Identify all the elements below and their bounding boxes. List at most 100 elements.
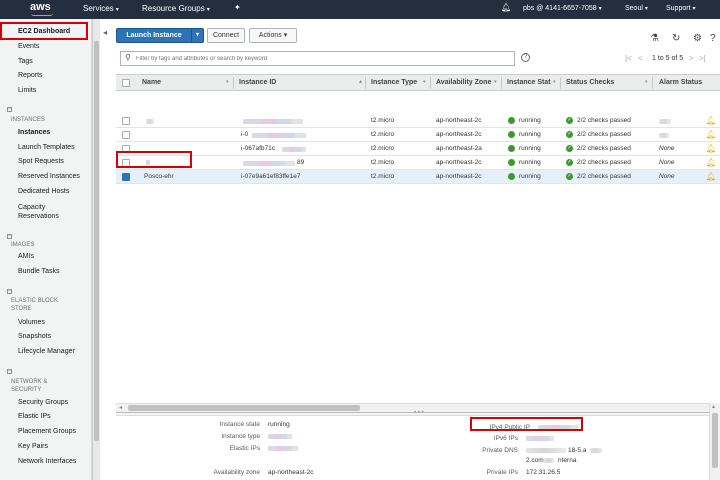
sidebar-item-bundle-tasks[interactable]: Bundle Tasks xyxy=(18,268,60,275)
sidebar-item-lifecycle-manager[interactable]: Lifecycle Manager xyxy=(18,348,75,355)
alarm-bell-icon[interactable]: 🔔︎ xyxy=(706,116,716,125)
flask-icon[interactable]: ⚗ xyxy=(650,33,659,44)
column-divider[interactable] xyxy=(233,77,234,89)
collapse-section-icon[interactable]: − xyxy=(7,369,12,374)
column-header-alarm-status[interactable]: Alarm Status xyxy=(659,79,702,86)
sort-ascending-icon[interactable]: ▲ xyxy=(358,79,363,85)
sidebar-item-placement-groups[interactable]: Placement Groups xyxy=(18,428,76,435)
sidebar-item-network-interfaces[interactable]: Network Interfaces xyxy=(18,458,76,465)
collapse-section-icon[interactable]: − xyxy=(7,289,12,294)
details-vertical-scrollbar[interactable]: ▴ xyxy=(709,403,720,480)
chevron-down-icon: ▾ xyxy=(644,6,648,12)
sidebar-item-limits[interactable]: Limits xyxy=(18,87,36,94)
actions-label: Actions xyxy=(258,32,282,39)
sort-icon[interactable]: ▾ xyxy=(423,79,426,85)
last-page-icon[interactable]: >| xyxy=(699,54,706,63)
column-divider[interactable] xyxy=(430,77,431,89)
sidebar-item-snapshots[interactable]: Snapshots xyxy=(18,333,51,340)
first-page-icon[interactable]: |< xyxy=(625,54,632,63)
sidebar-navigation: EC2 Dashboard Events Tags Reports Limits… xyxy=(0,19,92,480)
main-content: ◂ Launch Instance ▾ Connect Actions ▾ ⚗ … xyxy=(100,19,720,480)
table-row[interactable]: 89 t2.micro ap-northeast-2c running ✓ 2/… xyxy=(116,156,720,170)
column-header-instance-type[interactable]: Instance Type xyxy=(371,79,417,86)
account-menu[interactable]: pbs @ 4141-6657-7058 ▾ xyxy=(523,5,602,12)
sidebar-item-instances[interactable]: Instances xyxy=(18,129,50,136)
sidebar-item-events[interactable]: Events xyxy=(18,43,39,50)
collapse-section-icon[interactable]: − xyxy=(7,234,12,239)
availability-zone: ap-northeast-2c xyxy=(436,159,482,166)
collapse-section-icon[interactable]: − xyxy=(7,107,12,112)
region-menu[interactable]: Seoul ▾ xyxy=(625,5,648,12)
sort-icon[interactable]: ▾ xyxy=(553,79,556,85)
column-header-availability-zone[interactable]: Availability Zone xyxy=(436,79,491,86)
alarm-bell-icon[interactable]: 🔔︎ xyxy=(706,158,716,167)
filter-search-box[interactable]: ⚲ xyxy=(120,51,515,66)
support-menu[interactable]: Support ▾ xyxy=(666,5,696,12)
previous-page-icon[interactable]: < xyxy=(638,54,643,63)
column-header-status-checks[interactable]: Status Checks xyxy=(566,79,614,86)
search-input[interactable] xyxy=(136,53,506,64)
column-header-name[interactable]: Name xyxy=(142,79,161,86)
sidebar-item-security-groups[interactable]: Security Groups xyxy=(18,399,68,406)
chevron-down-icon[interactable]: ▾ xyxy=(191,29,203,42)
sidebar-item-capacity-reservations[interactable]: Capacity Reservations xyxy=(18,203,78,221)
table-row[interactable]: t2.micro ap-northeast-2c running ✓ 2/2 c… xyxy=(116,114,720,128)
sidebar-scrollbar[interactable] xyxy=(92,19,100,480)
services-menu[interactable]: Services ▾ xyxy=(83,4,119,13)
sidebar-item-key-pairs[interactable]: Key Pairs xyxy=(18,443,48,450)
sidebar-item-amis[interactable]: AMIs xyxy=(18,253,34,260)
help-icon[interactable]: ? xyxy=(710,33,716,44)
collapse-sidebar-icon[interactable]: ◂ xyxy=(103,28,107,37)
row-checkbox-checked[interactable] xyxy=(122,173,130,181)
alarm-bell-icon[interactable]: 🔔︎ xyxy=(706,172,716,181)
alarm-bell-icon[interactable]: 🔔︎ xyxy=(706,130,716,139)
column-divider[interactable] xyxy=(501,77,502,89)
sidebar-item-dedicated-hosts[interactable]: Dedicated Hosts xyxy=(18,188,69,195)
table-row-selected[interactable]: Posco-ehr i-07e9a61ef83ffe1e7 t2.micro a… xyxy=(116,170,720,184)
column-divider[interactable] xyxy=(365,77,366,89)
gear-icon[interactable]: ⚙ xyxy=(693,33,702,44)
column-divider[interactable] xyxy=(560,77,561,89)
question-icon[interactable]: ? xyxy=(521,53,530,62)
scroll-left-icon[interactable]: ◂ xyxy=(119,404,122,411)
bell-icon[interactable]: 🔔︎ xyxy=(501,3,511,12)
scrollbar-thumb[interactable] xyxy=(712,413,718,468)
resource-groups-menu[interactable]: Resource Groups ▾ xyxy=(142,4,210,13)
instance-state-value: running xyxy=(268,421,290,428)
alarm-bell-icon[interactable]: 🔔︎ xyxy=(706,144,716,153)
sort-icon[interactable]: ▾ xyxy=(645,79,648,85)
sidebar-item-launch-templates[interactable]: Launch Templates xyxy=(18,144,75,151)
refresh-icon[interactable]: ↻ xyxy=(672,33,680,44)
sidebar-item-spot-requests[interactable]: Spot Requests xyxy=(18,158,64,165)
table-row[interactable]: i-067afb71c t2.micro ap-northeast-2a run… xyxy=(116,142,720,156)
availability-zone: ap-northeast-2c xyxy=(436,131,482,138)
sort-icon[interactable]: ▾ xyxy=(494,79,497,85)
sidebar-item-reserved-instances[interactable]: Reserved Instances xyxy=(18,173,80,180)
redacted-instance-id xyxy=(243,161,295,166)
account-label: pbs @ 4141-6657-7058 xyxy=(523,5,597,12)
sidebar-item-volumes[interactable]: Volumes xyxy=(18,319,45,326)
scrollbar-thumb[interactable] xyxy=(94,41,99,441)
actions-button[interactable]: Actions ▾ xyxy=(249,28,297,43)
connect-button[interactable]: Connect xyxy=(207,28,245,43)
pin-icon[interactable]: ✦ xyxy=(234,3,241,12)
next-page-icon[interactable]: > xyxy=(689,54,694,63)
select-all-checkbox[interactable] xyxy=(122,79,130,87)
status-checks: 2/2 checks passed xyxy=(577,131,631,138)
sort-icon[interactable]: ▾ xyxy=(226,79,229,85)
scroll-up-icon[interactable]: ▴ xyxy=(712,403,715,410)
scrollbar-thumb[interactable] xyxy=(128,405,360,411)
support-label: Support xyxy=(666,5,691,12)
sidebar-item-elastic-ips[interactable]: Elastic IPs xyxy=(18,413,51,420)
sidebar-item-tags[interactable]: Tags xyxy=(18,58,33,65)
aws-logo[interactable]: aws xyxy=(30,1,51,13)
sidebar-item-reports[interactable]: Reports xyxy=(18,72,43,79)
table-row[interactable]: i-0 t2.micro ap-northeast-2c running ✓ 2… xyxy=(116,128,720,142)
column-divider[interactable] xyxy=(652,77,653,89)
column-header-instance-id[interactable]: Instance ID xyxy=(239,79,276,86)
launch-instance-button[interactable]: Launch Instance ▾ xyxy=(116,28,204,43)
row-checkbox[interactable] xyxy=(122,131,130,139)
instance-type: t2.micro xyxy=(371,145,395,152)
column-header-instance-state[interactable]: Instance Stat xyxy=(507,79,551,86)
row-checkbox[interactable] xyxy=(122,117,130,125)
